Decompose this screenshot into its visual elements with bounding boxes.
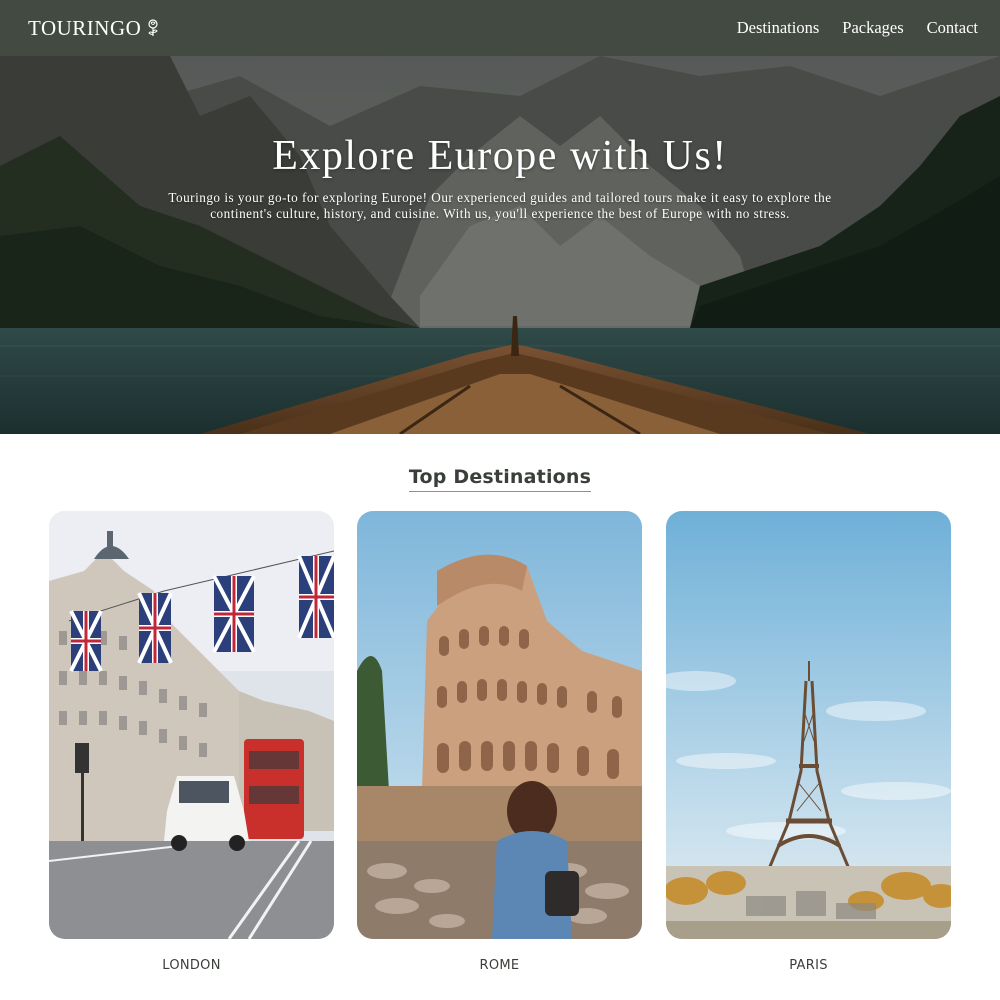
rose-icon (148, 19, 158, 36)
rome-image (357, 511, 642, 939)
card-label-paris[interactable]: PARIS (666, 958, 951, 973)
nav-link-destinations[interactable]: Destinations (737, 18, 820, 38)
london-image (49, 511, 334, 939)
top-navbar: TOURINGO Destinations Packages Contact (0, 0, 1000, 56)
hero-banner: Explore Europe with Us! Touringo is your… (0, 56, 1000, 434)
card-label-london[interactable]: LONDON (49, 958, 334, 973)
brand-logo[interactable]: TOURINGO (28, 16, 160, 41)
main-nav: Destinations Packages Contact (737, 18, 978, 38)
hero-description: Touringo is your go-to for exploring Eur… (168, 190, 832, 221)
nav-link-contact[interactable]: Contact (927, 18, 978, 38)
destination-card-paris[interactable] (666, 511, 951, 939)
hero-content: Explore Europe with Us! Touringo is your… (0, 56, 1000, 434)
top-destinations-heading: Top Destinations (408, 466, 592, 492)
destination-card-london[interactable] (49, 511, 334, 939)
paris-image (666, 511, 951, 939)
brand-name[interactable]: TOURINGO (28, 16, 141, 41)
hero-title: Explore Europe with Us! (272, 133, 728, 179)
section-title: Top Destinations (0, 460, 1000, 492)
card-label-rome[interactable]: ROME (357, 958, 642, 973)
destination-card-rome[interactable] (357, 511, 642, 939)
nav-link-packages[interactable]: Packages (842, 18, 903, 38)
